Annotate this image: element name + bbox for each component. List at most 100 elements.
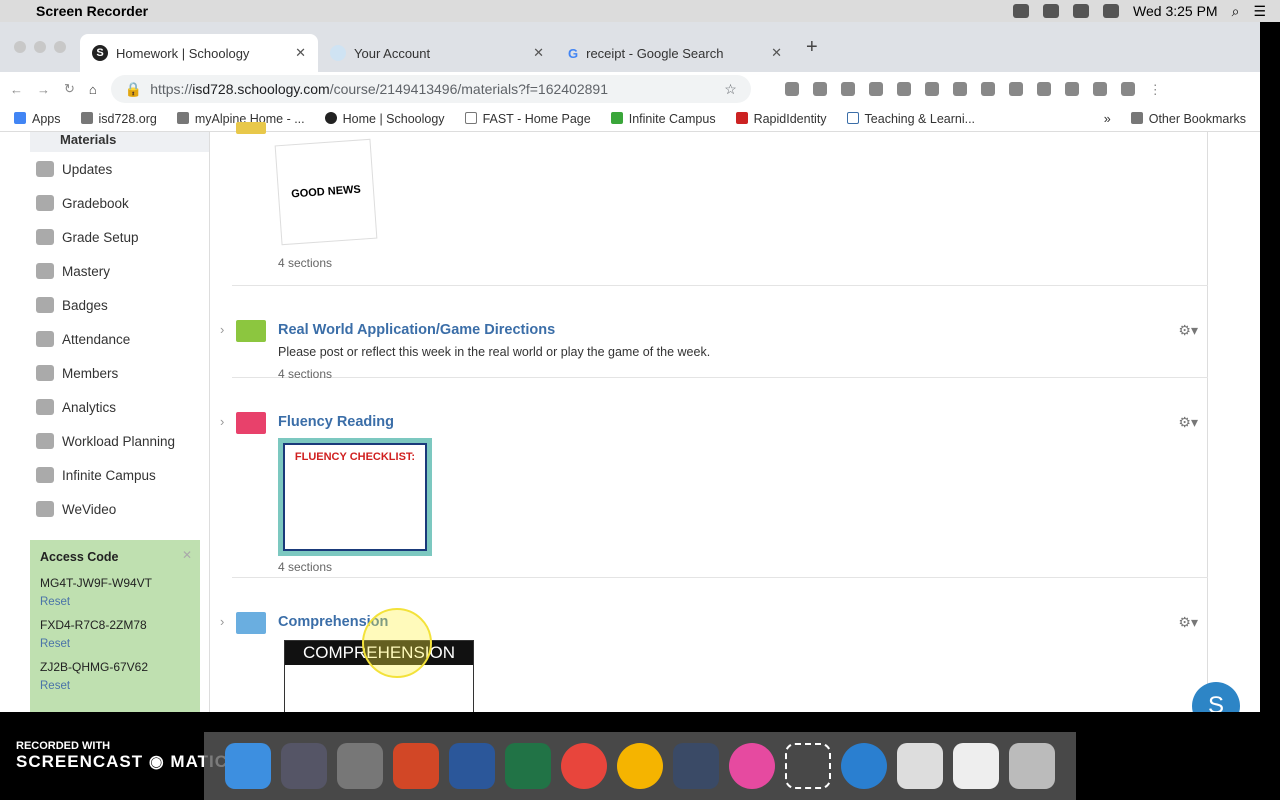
mac-dock (204, 732, 1076, 800)
sidebar-item-label: Updates (62, 161, 113, 177)
chrome-icon[interactable] (561, 743, 607, 789)
new-tab-button[interactable]: + (806, 36, 818, 59)
close-icon[interactable]: ✕ (295, 45, 306, 61)
sidebar-icon (36, 433, 54, 449)
sidebar-item-analytics[interactable]: Analytics (30, 390, 209, 424)
material-folder: GOOD NEWS 4 sections (232, 122, 1208, 286)
extension-icon[interactable] (868, 82, 883, 96)
extension-icon[interactable] (840, 82, 855, 96)
close-icon[interactable]: ✕ (533, 45, 544, 61)
address-bar[interactable]: 🔒 https://isd728.schoology.com/course/214… (110, 75, 751, 103)
reload-icon[interactable]: ↻ (64, 81, 75, 97)
chevron-right-icon[interactable]: › (220, 414, 224, 429)
status-icon[interactable] (1013, 4, 1030, 18)
sidebar-icon (36, 501, 54, 517)
extension-icon[interactable] (924, 82, 939, 96)
sidebar-item-mastery[interactable]: Mastery (30, 254, 209, 288)
search-icon[interactable]: ⌕ (1232, 3, 1240, 20)
sections-count: 4 sections (278, 560, 333, 574)
sidebar-item-wevideo[interactable]: WeVideo (30, 492, 209, 526)
chevron-right-icon[interactable]: › (220, 322, 224, 337)
sidebar-item-label: Analytics (62, 399, 117, 415)
sidebar-icon (36, 399, 54, 415)
folder-icon (236, 122, 266, 134)
photos-icon[interactable] (617, 743, 663, 789)
extension-icon[interactable] (1036, 82, 1051, 96)
folder-icon (236, 612, 266, 634)
sidebar-item-badges[interactable]: Badges (30, 288, 209, 322)
sidebar-item-grade-setup[interactable]: Grade Setup (30, 220, 209, 254)
reset-link[interactable]: Reset (40, 680, 190, 692)
schoology-icon: S (92, 45, 108, 61)
sidebar-item-updates[interactable]: Updates (30, 152, 209, 186)
extension-icon[interactable] (896, 82, 911, 96)
sidebar-item-label: WeVideo (62, 501, 117, 517)
sidebar-icon (36, 297, 54, 313)
clock[interactable]: Wed 3:25 PM (1133, 3, 1218, 19)
gear-icon[interactable]: ⚙▾ (1178, 414, 1198, 431)
itunes-icon[interactable] (729, 743, 775, 789)
bookmark-apps[interactable]: Apps (14, 111, 61, 126)
chevron-right-icon[interactable]: › (220, 614, 224, 629)
document-icon[interactable] (897, 743, 943, 789)
gear-icon[interactable]: ⚙▾ (1178, 614, 1198, 631)
jamf-icon[interactable] (673, 743, 719, 789)
menu-icon[interactable]: ☰ (1253, 3, 1266, 20)
sidebar-icon (36, 161, 54, 177)
home-icon[interactable]: ⌂ (89, 82, 97, 97)
close-icon[interactable]: ✕ (771, 45, 782, 61)
folder-title[interactable]: Fluency Reading (278, 414, 394, 430)
reset-link[interactable]: Reset (40, 638, 190, 650)
sidebar-item-attendance[interactable]: Attendance (30, 322, 209, 356)
reset-link[interactable]: Reset (40, 596, 190, 608)
word-icon[interactable] (449, 743, 495, 789)
access-code-title: Access Code (40, 550, 119, 564)
tab-strip: S Homework | Schoology ✕ Your Account ✕ Gre… (0, 22, 1260, 72)
wifi-icon[interactable] (1073, 4, 1090, 18)
trash-icon[interactable] (1009, 743, 1055, 789)
chrome-app-icon[interactable] (953, 743, 999, 789)
extension-icon[interactable] (1064, 82, 1079, 96)
folder-description: Please post or reflect this week in the … (278, 345, 711, 359)
sidebar-item-gradebook[interactable]: Gradebook (30, 186, 209, 220)
battery-icon[interactable] (1103, 4, 1120, 18)
extension-icon[interactable] (952, 82, 967, 96)
sidebar-item-label: Members (62, 365, 119, 381)
back-icon[interactable]: ← (10, 82, 23, 97)
finder-icon[interactable] (225, 743, 271, 789)
tab-homework[interactable]: S Homework | Schoology ✕ (80, 34, 318, 72)
status-icon[interactable] (1043, 4, 1060, 18)
screenshot-icon[interactable] (785, 743, 831, 789)
sidebar-item-workload-planning[interactable]: Workload Planning (30, 424, 209, 458)
sidebar-item-materials[interactable]: Materials (30, 132, 209, 152)
close-icon[interactable]: ✕ (182, 548, 192, 562)
app-name[interactable]: Screen Recorder (36, 3, 148, 19)
sidebar-item-members[interactable]: Members (30, 356, 209, 390)
sidebar-item-label: Grade Setup (62, 229, 139, 245)
gear-icon[interactable]: ⚙▾ (1178, 322, 1198, 339)
star-icon[interactable]: ☆ (724, 81, 737, 98)
access-code: MG4T-JW9F-W94VT (40, 576, 153, 590)
extension-icon[interactable] (1092, 82, 1107, 96)
excel-icon[interactable] (505, 743, 551, 789)
sidebar-item-label: Workload Planning (62, 433, 176, 449)
folder-title[interactable]: Real World Application/Game Directions (278, 322, 555, 338)
extension-icon[interactable] (812, 82, 827, 96)
powerpoint-icon[interactable] (393, 743, 439, 789)
launchpad-icon[interactable] (281, 743, 327, 789)
bookmark-isd728[interactable]: isd728.org (80, 111, 157, 126)
sections-count: 4 sections (278, 256, 333, 270)
extension-icon[interactable] (1008, 82, 1023, 96)
extension-icon[interactable] (980, 82, 995, 96)
tab-receipt[interactable]: Greceipt - Google Search ✕ (556, 34, 794, 72)
profile-icon[interactable] (1120, 82, 1135, 96)
network-icon[interactable] (841, 743, 887, 789)
sidebar-item-infinite-campus[interactable]: Infinite Campus (30, 458, 209, 492)
system-preferences-icon[interactable] (337, 743, 383, 789)
window-controls[interactable] (14, 41, 66, 53)
forward-icon[interactable]: → (37, 82, 50, 97)
kebab-menu-icon[interactable]: ⋮ (1149, 82, 1163, 97)
extension-icon[interactable] (784, 82, 799, 96)
tab-your-account[interactable]: Your Account ✕ (318, 34, 556, 72)
sidebar-item-label: Badges (62, 297, 108, 313)
